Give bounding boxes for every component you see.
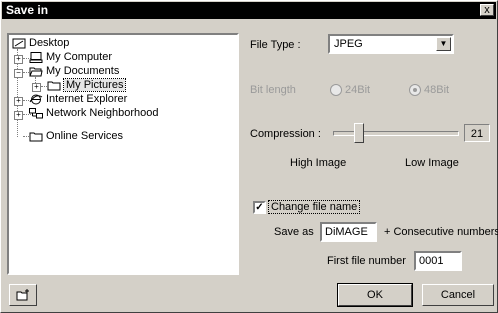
expand-toggle[interactable]: + <box>14 55 23 64</box>
tree-item-internet-explorer[interactable]: Internet Explorer <box>29 93 127 106</box>
new-folder-icon <box>16 289 29 301</box>
consecutive-numbers-label: + Consecutive numbers <box>384 226 498 238</box>
change-file-name-label[interactable]: Change file name <box>267 200 361 214</box>
tree-item-my-pictures[interactable]: My Pictures <box>47 78 127 92</box>
bit-24-radio[interactable] <box>330 84 342 96</box>
save-as-input[interactable]: DiMAGE <box>320 222 377 242</box>
tree-item-label: My Documents <box>46 65 120 77</box>
computer-icon <box>29 52 43 63</box>
compression-value: 21 <box>464 124 490 142</box>
chevron-down-icon: ▼ <box>436 37 451 51</box>
title-bar: Save in x <box>2 2 496 19</box>
bit-length-label: Bit length <box>250 84 296 96</box>
folder-icon <box>29 132 43 142</box>
high-image-label: High Image <box>290 157 347 169</box>
tree-item-label: Network Neighborhood <box>46 107 159 119</box>
cancel-button[interactable]: Cancel <box>422 284 494 306</box>
save-as-label: Save as <box>274 226 314 238</box>
folder-icon <box>47 81 61 91</box>
expand-toggle[interactable]: + <box>32 83 41 92</box>
internet-explorer-icon <box>29 94 43 105</box>
tree-item-my-documents[interactable]: My Documents <box>29 65 119 78</box>
ok-button[interactable]: OK <box>337 283 413 307</box>
low-image-label: Low Image <box>405 157 459 169</box>
tree-item-my-computer[interactable]: My Computer <box>29 51 112 64</box>
dialog-title: Save in <box>6 3 49 17</box>
network-icon <box>29 108 43 119</box>
file-type-label: File Type : <box>250 39 301 51</box>
file-type-select[interactable]: JPEG ▼ <box>328 34 454 54</box>
compression-slider-track[interactable] <box>333 131 459 136</box>
tree-item-desktop[interactable]: Desktop <box>12 37 69 50</box>
close-button[interactable]: x <box>480 4 494 16</box>
bit-48-label: 48Bit <box>424 84 450 96</box>
tree-item-label: Online Services <box>46 130 124 142</box>
collapse-toggle[interactable]: − <box>14 69 23 78</box>
expand-toggle[interactable]: + <box>14 97 23 106</box>
first-file-number-label: First file number <box>327 255 406 267</box>
change-file-name-checkbox[interactable]: ✓ <box>253 201 266 214</box>
tree-item-label: My Computer <box>46 51 113 63</box>
tree-item-network-neighborhood[interactable]: Network Neighborhood <box>29 107 159 120</box>
tree-item-label: Desktop <box>29 37 70 49</box>
desktop-icon <box>12 38 26 49</box>
new-folder-button[interactable] <box>9 284 37 306</box>
tree-item-online-services[interactable]: Online Services <box>29 130 123 143</box>
tree-item-label: My Pictures <box>62 78 127 92</box>
bit-48-radio[interactable] <box>409 84 421 96</box>
bit-24-label: 24Bit <box>345 84 371 96</box>
compression-slider-thumb[interactable] <box>354 123 364 143</box>
first-file-number-input[interactable]: 0001 <box>414 251 462 271</box>
expand-toggle[interactable]: + <box>14 111 23 120</box>
file-type-value: JPEG <box>334 38 363 50</box>
folder-tree[interactable]: Desktop + My Computer − My Documents + M… <box>7 33 239 275</box>
compression-label: Compression : <box>250 128 321 140</box>
folder-open-icon <box>29 67 43 77</box>
close-icon: x <box>484 4 490 16</box>
tree-item-label: Internet Explorer <box>46 93 128 105</box>
